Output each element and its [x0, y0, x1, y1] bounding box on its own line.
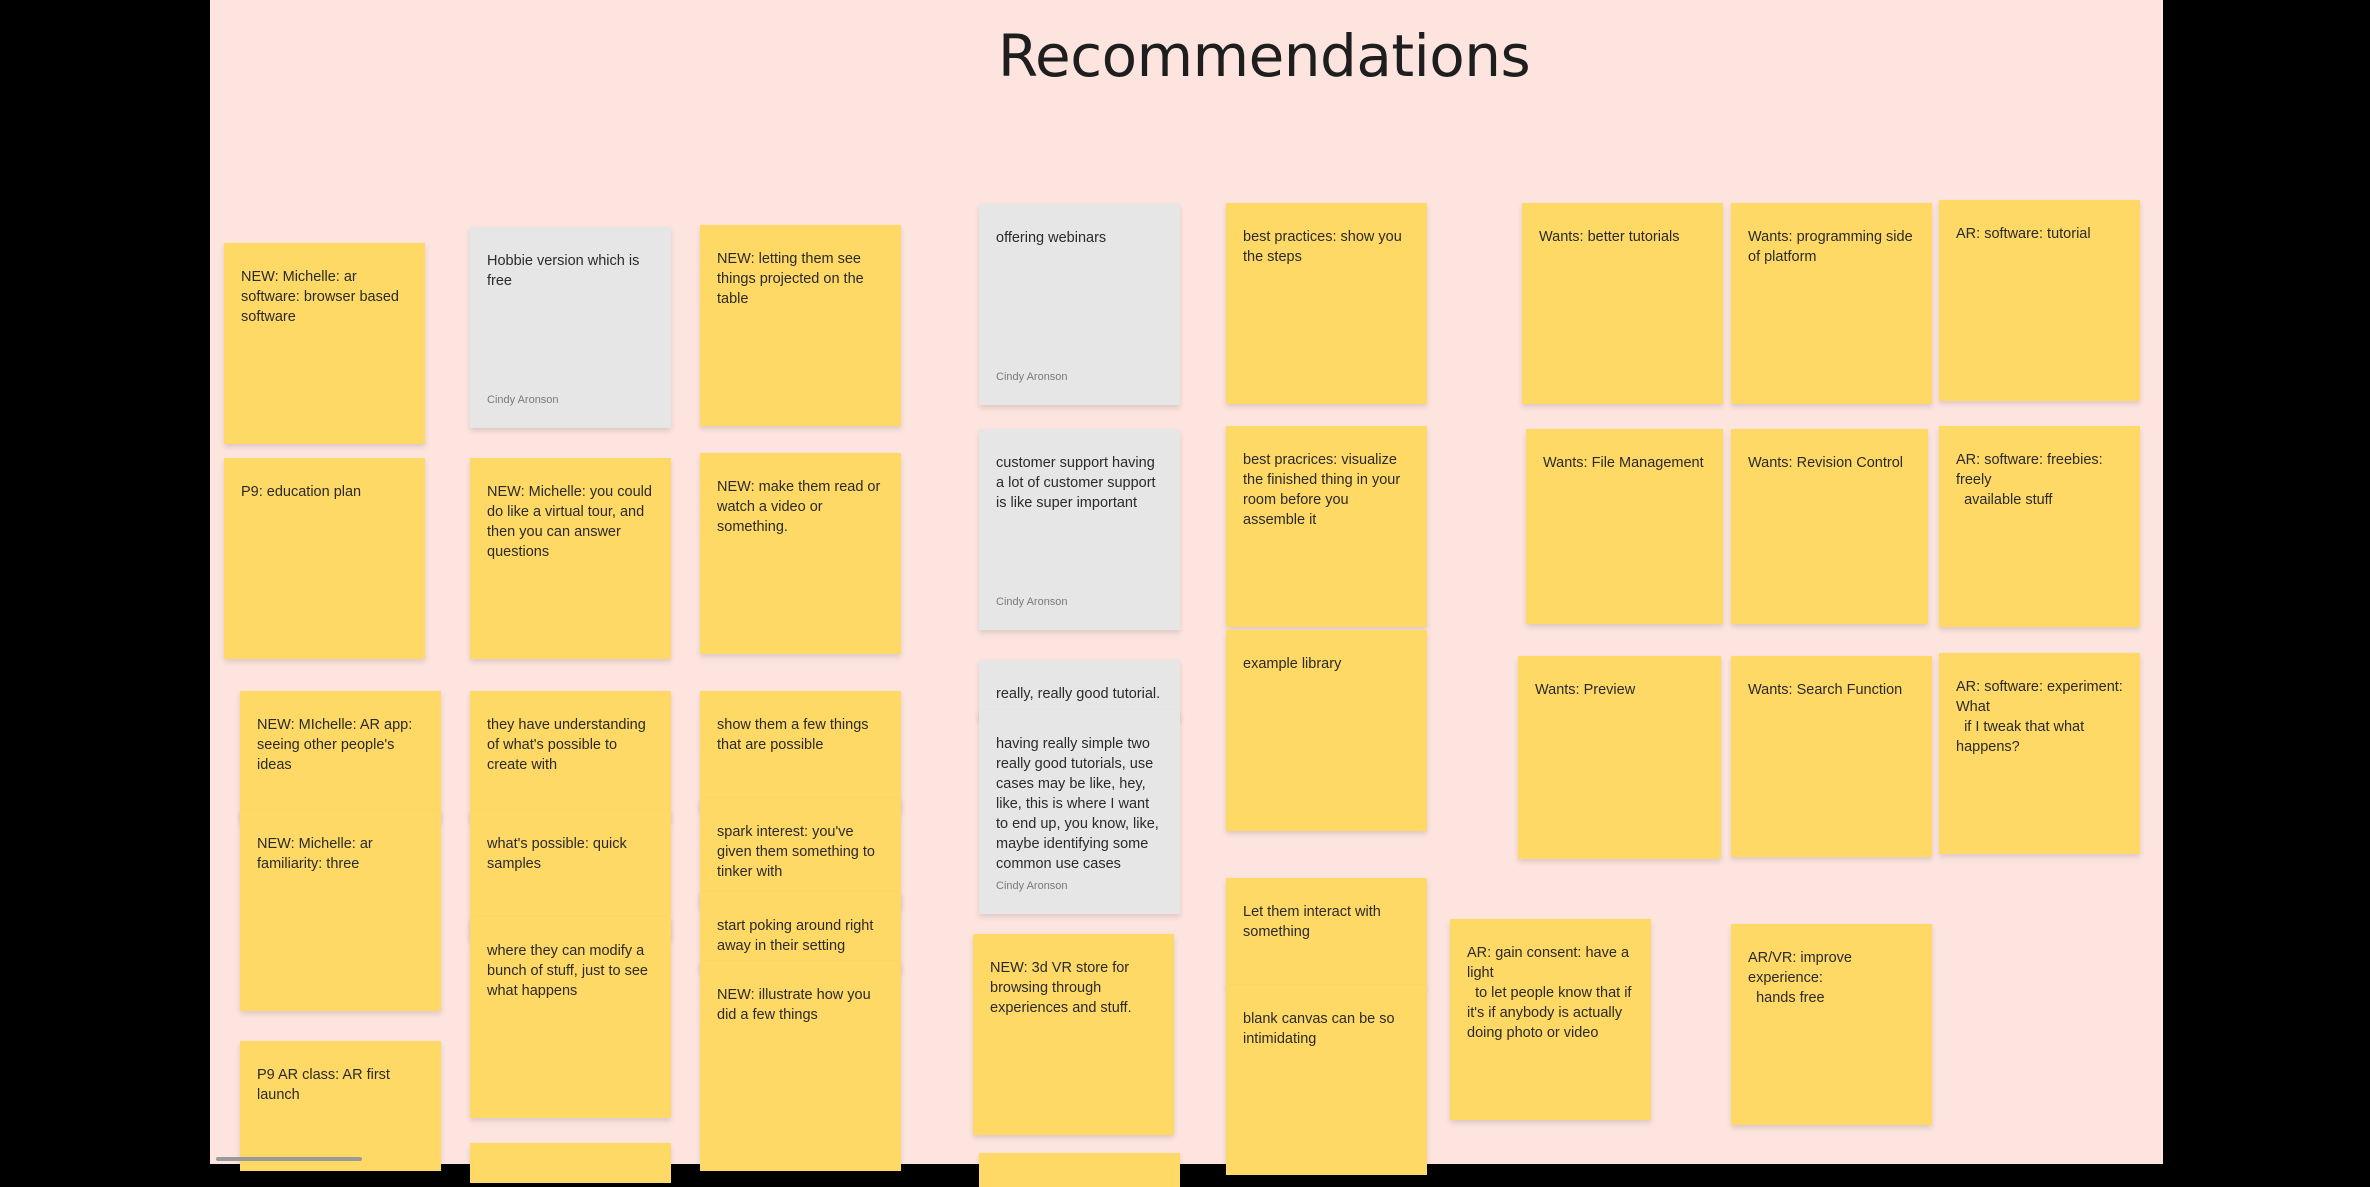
- sticky-note[interactable]: NEW: Michelle: you could do like a virtu…: [470, 458, 671, 659]
- sticky-note[interactable]: example library: [1226, 630, 1427, 831]
- horizontal-scrollbar[interactable]: [216, 1157, 362, 1161]
- sticky-note-text: P9 AR class: AR first launch: [257, 1067, 394, 1103]
- sticky-note[interactable]: Wants: Search Function: [1731, 656, 1932, 857]
- sticky-note-text: AR: software: tutorial: [1956, 226, 2091, 242]
- sticky-note-text: AR/VR: improve experience: hands free: [1748, 950, 1852, 1006]
- sticky-note-text: NEW: make them read or watch a video or …: [717, 479, 885, 535]
- sticky-note[interactable]: AR: software: freebies: freely available…: [1939, 426, 2140, 627]
- sticky-note[interactable]: best practices: show you the steps: [1226, 203, 1427, 404]
- sticky-note-text: Wants: Preview: [1535, 682, 1636, 698]
- sticky-note-text: what's possible: quick samples: [487, 836, 631, 872]
- sticky-note-text: NEW: Michelle: ar familiarity: three: [257, 836, 377, 872]
- sticky-note-text: AR: gain consent: have a light to let pe…: [1467, 945, 1632, 1041]
- sticky-note[interactable]: [470, 1143, 671, 1183]
- sticky-note[interactable]: Wants: Preview: [1518, 656, 1721, 859]
- sticky-note-text: Hobbie version which is free: [487, 253, 644, 289]
- sticky-note[interactable]: Wants: Revision Control: [1731, 429, 1928, 624]
- sticky-note[interactable]: Wants: programming side of platform: [1731, 203, 1932, 404]
- sticky-note[interactable]: AR: gain consent: have a light to let pe…: [1450, 919, 1651, 1120]
- sticky-note-text: spark interest: you've given them someth…: [717, 824, 880, 880]
- sticky-note[interactable]: P9 AR class: AR first launch: [240, 1041, 441, 1171]
- sticky-note[interactable]: having really simple two really good tut…: [979, 710, 1180, 914]
- sticky-note-text: NEW: letting them see things projected o…: [717, 251, 868, 307]
- sticky-note[interactable]: Hobbie version which is free Cindy Aronso…: [470, 227, 671, 428]
- sticky-note-text: Wants: File Management: [1543, 455, 1704, 471]
- sticky-note-author: Cindy Aronson: [996, 371, 1068, 383]
- sticky-note[interactable]: Let them interact with something: [1226, 878, 1427, 988]
- sticky-note-author: Cindy Aronson: [996, 596, 1068, 608]
- sticky-note[interactable]: blank canvas can be so intimidating: [1226, 985, 1427, 1175]
- sticky-note-text: having really simple two really good tut…: [996, 736, 1163, 872]
- sticky-note-text: best practices: show you the steps: [1243, 229, 1406, 265]
- sticky-note[interactable]: Wants: File Management: [1526, 429, 1723, 624]
- sticky-note[interactable]: NEW: Michelle: ar software: browser base…: [224, 243, 425, 444]
- sticky-note-text: Wants: programming side of platform: [1748, 229, 1917, 265]
- sticky-note[interactable]: AR/VR: improve experience: hands free: [1731, 924, 1932, 1125]
- sticky-note-text: Wants: Search Function: [1748, 682, 1903, 698]
- sticky-note[interactable]: NEW: letting them see things projected o…: [700, 225, 901, 426]
- sticky-note-text: show them a few things that are possible: [717, 717, 873, 753]
- sticky-note-text: AR: software: experiment: What if I twea…: [1956, 679, 2123, 755]
- sticky-note[interactable]: show them a few things that are possible: [700, 691, 901, 811]
- sticky-note-author: Cindy Aronson: [996, 880, 1068, 892]
- sticky-note[interactable]: NEW: 3d VR store for browsing through ex…: [973, 934, 1174, 1135]
- sticky-note[interactable]: [979, 1153, 1180, 1187]
- sticky-note[interactable]: they have understanding of what's possib…: [470, 691, 671, 821]
- sticky-note-text: customer support having a lot of custome…: [996, 455, 1160, 511]
- sticky-note[interactable]: NEW: Michelle: ar familiarity: three: [240, 810, 441, 1011]
- sticky-note[interactable]: AR: software: experiment: What if I twea…: [1939, 653, 2140, 854]
- sticky-note-text: NEW: illustrate how you did a few things: [717, 987, 875, 1023]
- sticky-note[interactable]: where they can modify a bunch of stuff, …: [470, 917, 671, 1118]
- sticky-note[interactable]: best pracrices: visualize the finished t…: [1226, 426, 1427, 627]
- sticky-note-text: best pracrices: visualize the finished t…: [1243, 452, 1405, 528]
- sticky-note[interactable]: NEW: illustrate how you did a few things: [700, 961, 901, 1171]
- sticky-note-text: NEW: 3d VR store for browsing through ex…: [990, 960, 1134, 1016]
- sticky-note-text: really, really good tutorial.: [996, 686, 1161, 702]
- sticky-note-text: they have understanding of what's possib…: [487, 717, 650, 773]
- sticky-note-text: start poking around right away in their …: [717, 918, 878, 954]
- sticky-note[interactable]: offering webinars Cindy Aronson: [979, 204, 1180, 405]
- sticky-note-text: NEW: Michelle: ar software: browser base…: [241, 269, 403, 325]
- sticky-note-text: Wants: Revision Control: [1748, 455, 1903, 471]
- sticky-note-text: blank canvas can be so intimidating: [1243, 1011, 1399, 1047]
- sticky-note-text: example library: [1243, 656, 1342, 672]
- sticky-note[interactable]: NEW: MIchelle: AR app: seeing other peop…: [240, 691, 441, 821]
- sticky-note-text: NEW: MIchelle: AR app: seeing other peop…: [257, 717, 417, 773]
- sticky-note[interactable]: customer support having a lot of custome…: [979, 429, 1180, 630]
- sticky-note[interactable]: NEW: make them read or watch a video or …: [700, 453, 901, 654]
- sticky-note-text: where they can modify a bunch of stuff, …: [487, 943, 652, 999]
- sticky-note[interactable]: AR: software: tutorial: [1939, 200, 2140, 401]
- sticky-note-text: offering webinars: [996, 230, 1107, 246]
- sticky-note-text: AR: software: freebies: freely available…: [1956, 452, 2103, 508]
- sticky-note-author: Cindy Aronson: [487, 394, 559, 406]
- sticky-note-text: NEW: Michelle: you could do like a virtu…: [487, 484, 656, 560]
- sticky-note-text: Wants: better tutorials: [1539, 229, 1680, 245]
- board-title: Recommendations: [997, 22, 1531, 90]
- sticky-note[interactable]: P9: education plan: [224, 458, 425, 659]
- sticky-note-text: Let them interact with something: [1243, 904, 1385, 940]
- sticky-note[interactable]: start poking around right away in their …: [700, 892, 901, 972]
- sticky-note-text: P9: education plan: [241, 484, 362, 500]
- sticky-note[interactable]: Wants: better tutorials: [1522, 203, 1723, 404]
